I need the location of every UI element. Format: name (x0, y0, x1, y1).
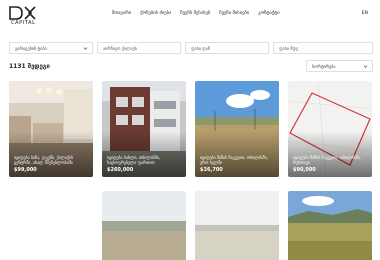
nav-item-missions[interactable]: ჩვენი მისიები (219, 11, 249, 16)
results-count: 1131 შედეგი (9, 63, 50, 70)
listing-card[interactable]: იყიდება მიწის ნაკვეთი, თბილისში, ერთ ხელ… (195, 81, 279, 177)
sort-value: სორტირება (312, 64, 336, 69)
sort-select[interactable]: სორტირება (306, 60, 373, 72)
property-type-select[interactable]: გარიგების ტიპი (9, 42, 93, 54)
listing-title: იყიდება მიწის ნაკვეთი, თბილისში, ერთ ხელ… (200, 155, 268, 165)
listing-photo (195, 191, 279, 260)
listing-price: $36,700 (200, 167, 223, 173)
listing-card[interactable] (102, 191, 186, 260)
nav-item-about[interactable]: ჩვენს შესახებ (180, 11, 210, 16)
nav-item-property-search[interactable]: ქონების ძიება (140, 11, 171, 16)
search-filters: გარიგების ტიპი (9, 42, 373, 54)
brand-logo[interactable]: CAPITAL (9, 6, 36, 28)
listing-title: იყიდება მიწის ნაკვეთი, თბილისში, რუსთავი (293, 155, 361, 165)
listing-price: $99,000 (14, 167, 37, 173)
listing-card[interactable]: იყიდება ბინა, ვაკეში, ქალაქის ცენტრში, ა… (9, 81, 93, 177)
listing-photo (102, 191, 186, 260)
location-input[interactable] (97, 42, 181, 54)
listing-card[interactable]: იყიდება სახლი, თბილისში, საცხოვრებელი ფა… (102, 81, 186, 177)
main-nav: მთავარი ქონების ძიება ჩვენს შესახებ ჩვენ… (112, 11, 280, 16)
nav-item-contact[interactable]: კონტაქტი (258, 11, 279, 16)
property-type-value: გარიგების ტიპი (15, 46, 47, 51)
listing-title: იყიდება ბინა, ვაკეში, ქალაქის ცენტრში, ა… (14, 155, 74, 165)
price-from-input[interactable] (185, 42, 269, 54)
listing-card[interactable]: იყიდება მიწის ნაკვეთი, თბილისში, რუსთავი… (288, 81, 372, 177)
logo-text: CAPITAL (11, 20, 36, 26)
listing-card[interactable] (288, 191, 372, 260)
logo-mark-icon (9, 6, 36, 20)
language-switcher[interactable]: EN (362, 11, 368, 16)
chevron-down-icon (363, 65, 368, 69)
price-to-input[interactable] (273, 42, 373, 54)
chevron-down-icon (83, 47, 88, 51)
listing-card[interactable] (195, 191, 279, 260)
nav-item-home[interactable]: მთავარი (112, 11, 131, 16)
listing-price: $90,000 (293, 167, 316, 173)
listing-photo (288, 191, 372, 260)
listing-price: $260,000 (107, 167, 134, 173)
site-header: CAPITAL მთავარი ქონების ძიება ჩვენს შესა… (0, 0, 380, 32)
listing-title: იყიდება სახლი, თბილისში, საცხოვრებელი ფა… (107, 155, 161, 165)
